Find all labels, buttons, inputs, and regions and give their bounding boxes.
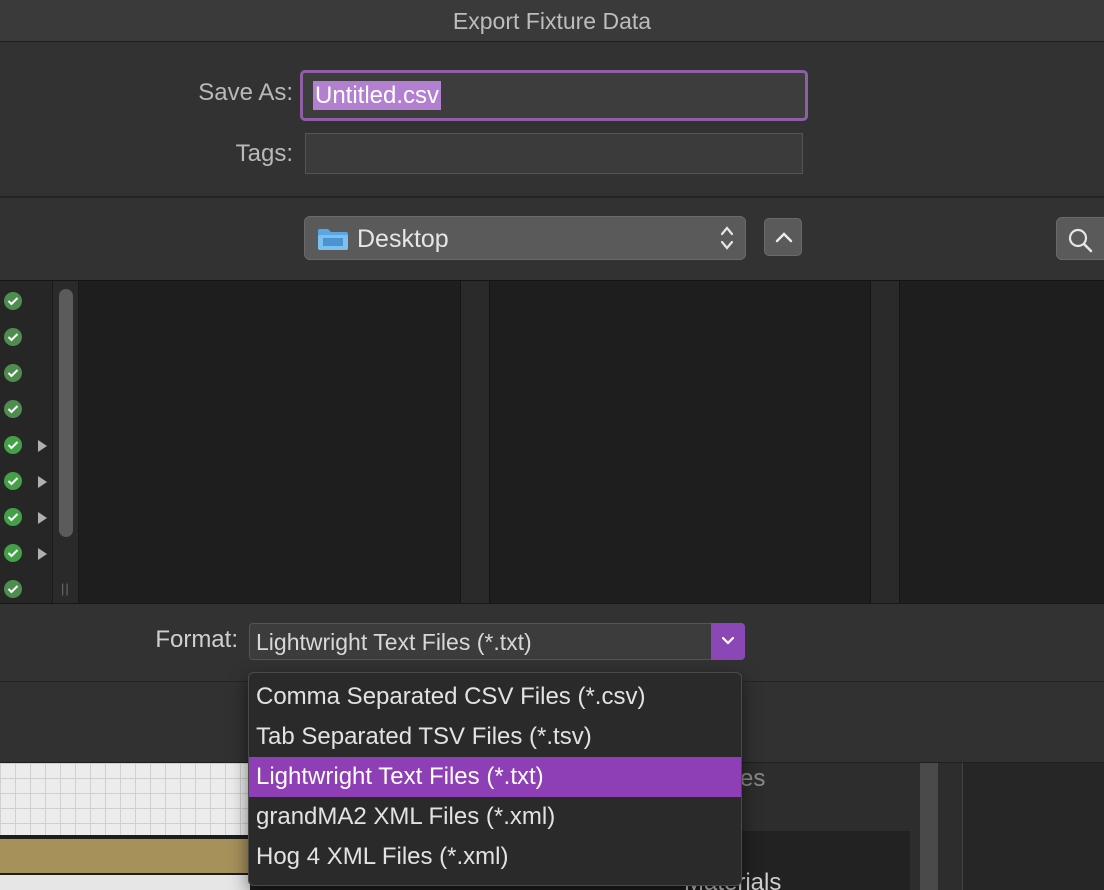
scrollbar-thumb[interactable] [59, 289, 73, 537]
chevron-up-icon [775, 232, 793, 243]
menu-item-lightwright[interactable]: Lightwright Text Files (*.txt) [249, 757, 741, 797]
background-ruler [0, 875, 250, 890]
tags-input[interactable] [305, 133, 803, 174]
check-circle-icon [4, 400, 22, 418]
menu-item-csv[interactable]: Comma Separated CSV Files (*.csv) [249, 677, 741, 717]
background-bar [0, 839, 250, 873]
location-label: Desktop [357, 225, 449, 253]
format-menu[interactable]: Comma Separated CSV Files (*.csv) Tab Se… [248, 672, 742, 886]
background-column [920, 763, 938, 890]
check-circle-icon [4, 544, 22, 562]
column-divider[interactable] [870, 281, 900, 604]
menu-item-grandma2[interactable]: grandMA2 XML Files (*.xml) [249, 797, 741, 837]
background-text: es [740, 765, 766, 792]
background-grid [0, 763, 250, 835]
search-button[interactable] [1056, 217, 1104, 260]
parent-folder-button[interactable] [764, 218, 802, 256]
sidebar-item[interactable] [2, 470, 52, 492]
check-circle-icon [4, 508, 22, 526]
check-circle-icon [4, 436, 22, 454]
sidebar-item[interactable] [2, 542, 52, 564]
search-icon [1068, 228, 1093, 253]
menu-item-tsv[interactable]: Tab Separated TSV Files (*.tsv) [249, 717, 741, 757]
sidebar-item[interactable] [2, 434, 52, 456]
save-as-value[interactable]: Untitled.csv [313, 81, 442, 110]
sidebar [0, 281, 52, 604]
disclosure-triangle-icon[interactable] [36, 511, 48, 525]
format-popup[interactable]: Lightwright Text Files (*.txt) [249, 623, 745, 660]
window-title: Export Fixture Data [0, 0, 1104, 42]
sidebar-item[interactable] [2, 506, 52, 528]
sidebar-item[interactable] [2, 398, 52, 420]
file-browser: || [0, 280, 1104, 604]
resize-handle-icon[interactable]: || [61, 581, 70, 596]
background-panel: es Materials [684, 763, 1104, 890]
sidebar-scrollbar[interactable]: || [52, 281, 79, 604]
updown-chevron-icon [719, 223, 735, 258]
check-circle-icon [4, 292, 22, 310]
browser-column-2[interactable] [490, 281, 870, 604]
sidebar-item[interactable] [2, 290, 52, 312]
check-circle-icon [4, 580, 22, 598]
browser-column-3[interactable] [900, 281, 1104, 604]
check-circle-icon [4, 364, 22, 382]
sidebar-item[interactable] [2, 326, 52, 348]
tags-label: Tags: [235, 140, 293, 167]
format-label: Format: [155, 626, 238, 653]
check-circle-icon [4, 328, 22, 346]
location-popup[interactable]: Desktop [304, 216, 746, 260]
folder-icon [317, 227, 349, 256]
format-dropdown-button[interactable] [711, 623, 745, 660]
sidebar-item[interactable] [2, 362, 52, 384]
save-as-input[interactable]: Untitled.csv [300, 70, 808, 121]
chevron-down-icon [721, 636, 735, 645]
check-circle-icon [4, 472, 22, 490]
save-as-label: Save As: [198, 79, 293, 106]
disclosure-triangle-icon[interactable] [36, 439, 48, 453]
column-divider[interactable] [460, 281, 490, 604]
background-dark-panel [962, 763, 1104, 890]
format-selected-value: Lightwright Text Files (*.txt) [256, 629, 532, 655]
disclosure-triangle-icon[interactable] [36, 475, 48, 489]
disclosure-triangle-icon[interactable] [36, 547, 48, 561]
browser-column-1[interactable] [80, 281, 460, 604]
menu-item-hog4[interactable]: Hog 4 XML Files (*.xml) [249, 837, 741, 877]
sidebar-item[interactable] [2, 578, 52, 600]
